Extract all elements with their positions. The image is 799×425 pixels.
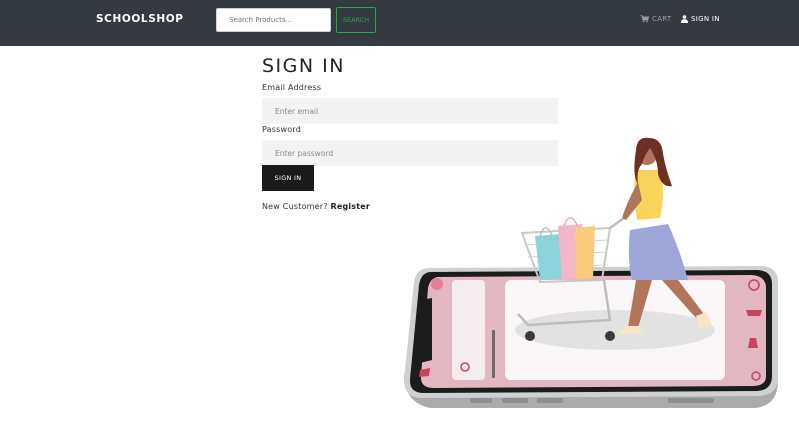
register-prompt: New Customer? Register (262, 202, 370, 211)
register-link[interactable]: Register (330, 202, 370, 211)
navbar: SCHOOLSHOP SEARCH CART SIGN IN (0, 0, 799, 46)
shopping-illustration (403, 137, 778, 408)
password-label: Password (262, 125, 301, 134)
cart-label: CART (652, 15, 672, 23)
signin-label: SIGN IN (691, 15, 720, 23)
user-icon (681, 15, 688, 23)
email-field[interactable] (262, 98, 558, 124)
search-button[interactable]: SEARCH (336, 7, 376, 33)
page-title: SIGN IN (262, 55, 345, 77)
signin-submit-button[interactable]: SIGN IN (262, 165, 314, 191)
nav-signin-link[interactable]: SIGN IN (681, 15, 720, 23)
email-label: Email Address (262, 83, 322, 92)
brand-logo[interactable]: SCHOOLSHOP (96, 13, 184, 25)
search-input[interactable] (216, 8, 331, 32)
new-customer-text: New Customer? (262, 202, 328, 211)
cart-icon (640, 15, 649, 23)
nav-cart-link[interactable]: CART (640, 15, 672, 23)
